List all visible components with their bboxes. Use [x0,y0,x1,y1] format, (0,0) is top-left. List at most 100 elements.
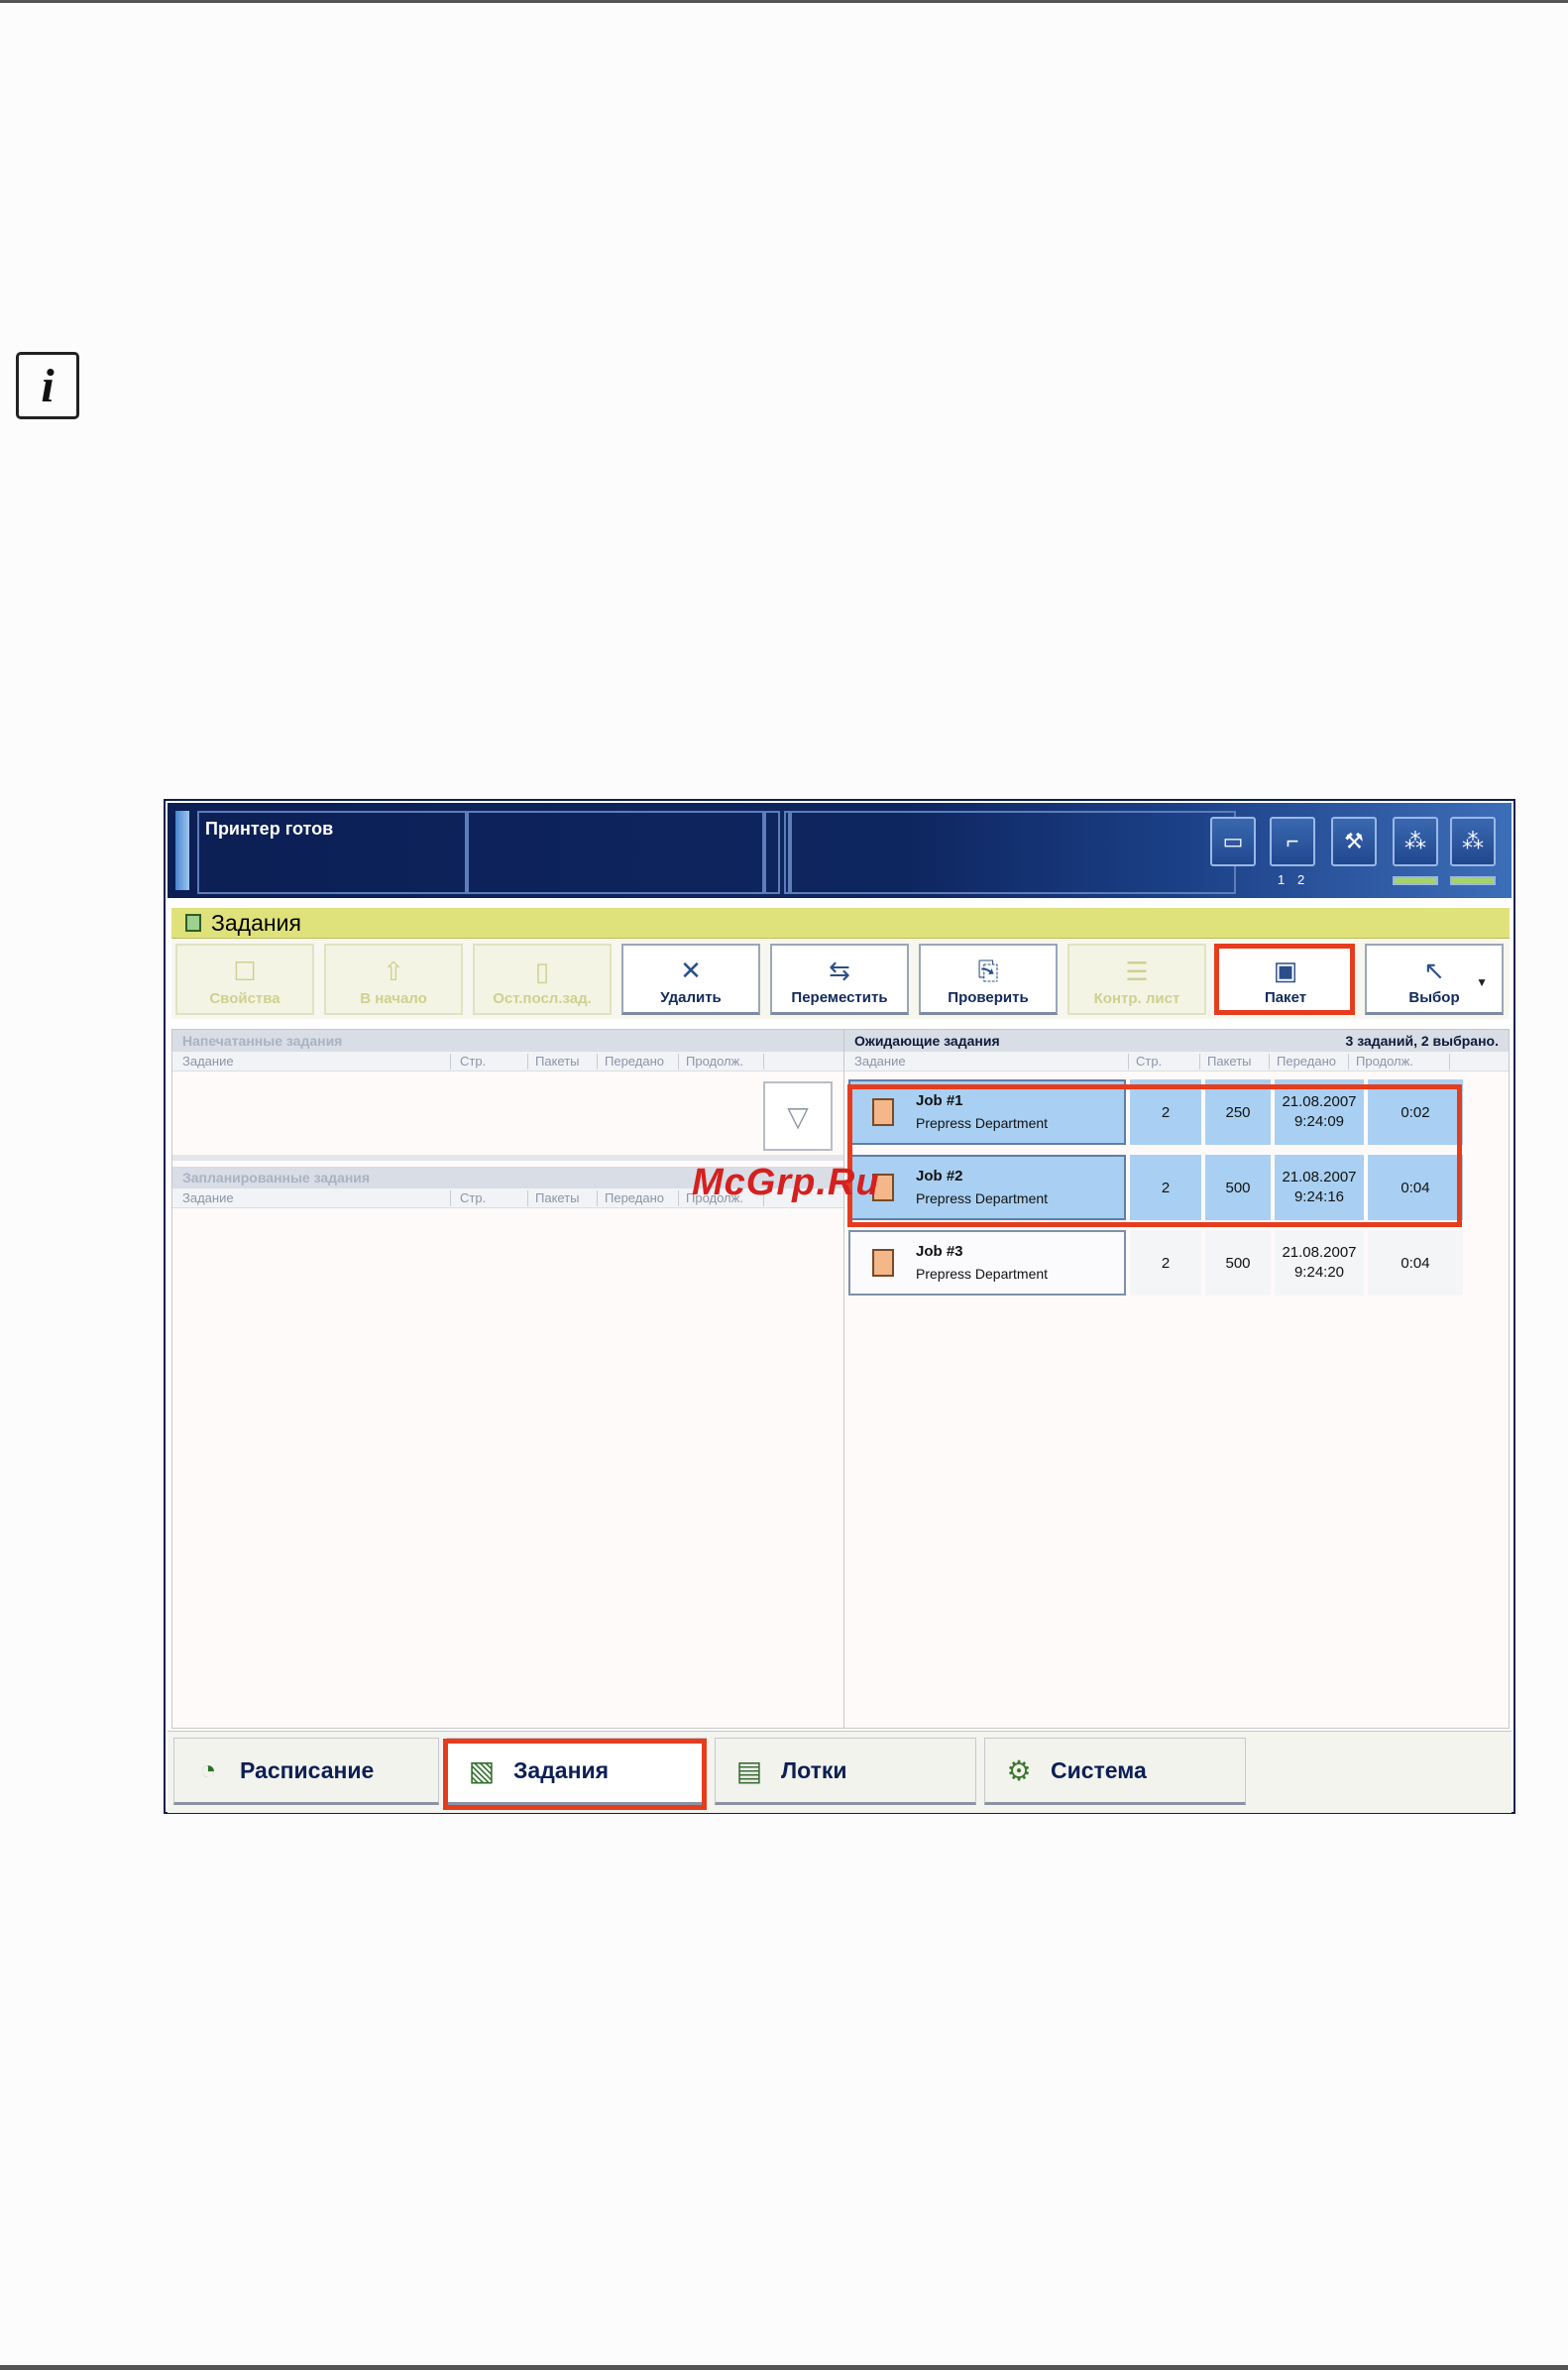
column-separator [450,1054,451,1070]
column-sets: Пакеты [535,1054,580,1069]
properties-icon: ☐ [233,957,257,986]
bottom-rule [0,2365,1568,2370]
stacker-number-1: 1 [1278,872,1286,887]
select-icon: ↖ [1423,956,1445,985]
tab-trays-label: Лотки [781,1756,847,1783]
column-separator [1199,1054,1200,1070]
proof-icon: ⎘ [977,956,999,985]
message-panel [784,811,1236,894]
to-top-label: В начало [360,990,427,1007]
message-divider [788,811,792,894]
job-name: Job #3 [916,1243,963,1260]
stacker-icon[interactable]: ⌐ [1270,817,1315,866]
move-button[interactable]: ⇆ Переместить [770,944,909,1015]
to-top-button[interactable]: ⇧ В начало [324,944,463,1015]
tab-schedule[interactable]: ◔ Расписание [173,1738,439,1805]
job-sent-date: 21.08.2007 [1282,1244,1357,1261]
column-separator [1128,1054,1129,1070]
stacker-number-2: 2 [1297,872,1305,887]
proof-button[interactable]: ⎘ Проверить [919,944,1058,1015]
delete-label: Удалить [660,989,722,1006]
select-label: Выбор [1408,989,1460,1006]
column-separator [450,1190,451,1206]
stop-after-job-icon: ▯ [534,957,550,986]
chevron-down-icon: ▼ [1476,975,1488,989]
pane-divider [172,1155,844,1161]
toner-1-level [1393,876,1438,885]
column-sets: Пакеты [535,1190,580,1205]
bottom-navigation: ◔ Расписание ▧ Задания ▤ Лотки ⚙ Система [168,1731,1512,1813]
schedule-icon: ◔ [199,1754,217,1785]
column-sets: Пакеты [1207,1054,1252,1069]
delete-button[interactable]: ✕ Удалить [621,944,760,1015]
job-row[interactable]: Job #3 Prepress Department 2 500 21.08.2… [848,1230,1463,1296]
control-sheet-label: Контр. лист [1093,990,1180,1007]
stop-after-job-label: Ост.посл.зад. [493,990,592,1007]
tab-trays[interactable]: ▤ Лотки [715,1738,976,1805]
column-sent: Передано [605,1054,664,1069]
jobs-tab-highlight [443,1739,707,1810]
properties-button[interactable]: ☐ Свойства [175,944,314,1015]
jobs-title-bar: Задания [171,908,1510,939]
status-divider-2 [762,811,766,894]
tab-schedule-label: Расписание [240,1756,375,1783]
column-duration: Продолж. [1356,1054,1413,1069]
toner-2-icon[interactable]: ⁂ [1450,817,1496,866]
column-separator [678,1054,679,1070]
output-icon[interactable]: ▭ [1210,817,1256,866]
maintenance-icon[interactable]: ⚒ [1331,817,1377,866]
waiting-jobs-title: Ожидающие задания [854,1033,1000,1049]
waiting-jobs-columns: Задание Стр. Пакеты Передано Продолж. [844,1052,1509,1072]
info-icon: i [16,352,79,419]
column-separator [678,1190,679,1206]
job-department: Prepress Department [916,1266,1049,1282]
column-duration: Продолж. [686,1054,743,1069]
job-sent-time: 9:24:20 [1293,1264,1345,1281]
selected-jobs-highlight [847,1084,1462,1227]
column-separator [763,1054,764,1070]
status-panel [197,811,780,894]
top-rule [0,0,1568,3]
properties-label: Свойства [209,990,280,1007]
left-pane: Напечатанные задания Задание Стр. Пакеты… [171,1029,845,1729]
column-separator [1449,1054,1450,1070]
column-separator [527,1190,528,1206]
delete-icon: ✕ [680,956,702,985]
control-sheet-button[interactable]: ☰ Контр. лист [1067,944,1206,1015]
job-pages: 2 [1130,1230,1201,1296]
waiting-jobs-summary: 3 заданий, 2 выбрано. [1345,1033,1499,1049]
proof-label: Проверить [948,989,1029,1006]
column-sent: Передано [605,1190,664,1205]
printer-app-window: Принтер готов ▭ ⌐ ⚒ ⁂ ⁂ 1 2 Задания ☐ Св… [164,799,1515,1814]
select-button[interactable]: ↖ Выбор ▼ [1365,944,1504,1015]
waiting-jobs-header: Ожидающие задания 3 заданий, 2 выбрано. [844,1030,1509,1052]
jobs-title-icon [185,914,201,932]
toner-1-icon[interactable]: ⁂ [1393,817,1438,866]
column-separator [1348,1054,1349,1070]
job-cell[interactable]: Job #3 Prepress Department [848,1230,1126,1296]
column-separator [597,1054,598,1070]
column-sent: Передано [1277,1054,1336,1069]
job-duration: 0:04 [1368,1230,1463,1296]
column-pages: Стр. [460,1054,487,1069]
move-label: Переместить [791,989,888,1006]
move-icon: ⇆ [829,956,850,985]
printed-jobs-columns: Задание Стр. Пакеты Передано Продолж. [172,1052,844,1072]
toner-2-level [1450,876,1496,885]
column-separator [597,1190,598,1206]
triangle-down-icon: ▽ [787,1100,809,1132]
expand-printed-button[interactable]: ▽ [763,1081,833,1151]
stop-after-job-button[interactable]: ▯ Ост.посл.зад. [473,944,612,1015]
to-top-icon: ⇧ [383,957,404,986]
system-icon: ⚙ [1006,1754,1032,1786]
column-separator [527,1054,528,1070]
printed-jobs-header: Напечатанные задания [172,1030,844,1052]
watermark: McGrp.Ru [692,1162,880,1203]
column-job: Задание [854,1054,906,1069]
tab-system[interactable]: ⚙ Система [984,1738,1246,1805]
column-pages: Стр. [460,1190,487,1205]
package-highlight [1214,944,1355,1015]
job-file-icon [872,1249,894,1277]
header-accent [175,811,189,890]
tab-system-label: Система [1051,1756,1147,1783]
